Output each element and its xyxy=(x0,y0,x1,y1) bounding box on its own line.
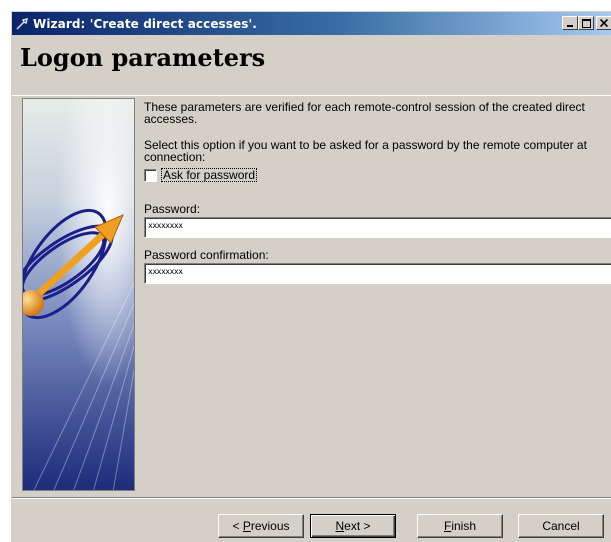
wizard-side-image xyxy=(22,98,135,491)
previous-button-label: revious xyxy=(250,519,290,533)
header-divider xyxy=(12,95,611,96)
finish-button[interactable]: Finish xyxy=(417,514,503,538)
previous-button-prefix: < xyxy=(232,519,243,533)
ask-password-option[interactable]: Ask for password xyxy=(144,168,258,182)
close-icon xyxy=(600,19,608,27)
maximize-icon xyxy=(581,18,591,28)
wizard-illustration xyxy=(23,99,134,490)
next-button-accel: N xyxy=(335,519,345,533)
finish-button-label: inish xyxy=(451,519,477,533)
window-title: Wizard: 'Create direct accesses'. xyxy=(33,16,257,31)
page-title: Logon parameters xyxy=(20,43,266,72)
description-text: These parameters are verified for each r… xyxy=(144,100,585,126)
password-confirmation-label: Password confirmation: xyxy=(144,248,269,262)
password-confirmation-field[interactable]: xxxxxxxx xyxy=(144,263,611,284)
close-button[interactable] xyxy=(596,16,611,30)
previous-button[interactable]: < Previous xyxy=(218,514,304,538)
next-button-label: ext > xyxy=(344,519,371,533)
ask-password-label[interactable]: Ask for password xyxy=(161,168,258,182)
option-description-text: Select this option if you want to be ask… xyxy=(144,138,587,164)
next-button[interactable]: Next > xyxy=(310,514,396,538)
cancel-button[interactable]: Cancel xyxy=(518,514,604,538)
footer-divider-highlight xyxy=(12,498,611,499)
previous-button-accel: P xyxy=(242,519,251,533)
wizard-window: Wizard: 'Create direct accesses'. Logon … xyxy=(11,11,611,542)
password-label: Password: xyxy=(144,202,201,216)
minimize-button[interactable] xyxy=(562,16,578,30)
window-controls xyxy=(562,16,611,30)
ask-password-checkbox[interactable] xyxy=(144,168,157,182)
app-icon xyxy=(15,17,29,31)
finish-button-accel: F xyxy=(443,519,452,533)
minimize-icon xyxy=(567,25,573,27)
password-field[interactable]: xxxxxxxx xyxy=(144,217,611,238)
title-bar[interactable]: Wizard: 'Create direct accesses'. xyxy=(12,12,611,35)
maximize-button[interactable] xyxy=(578,16,594,30)
header-panel: Logon parameters xyxy=(12,35,611,95)
